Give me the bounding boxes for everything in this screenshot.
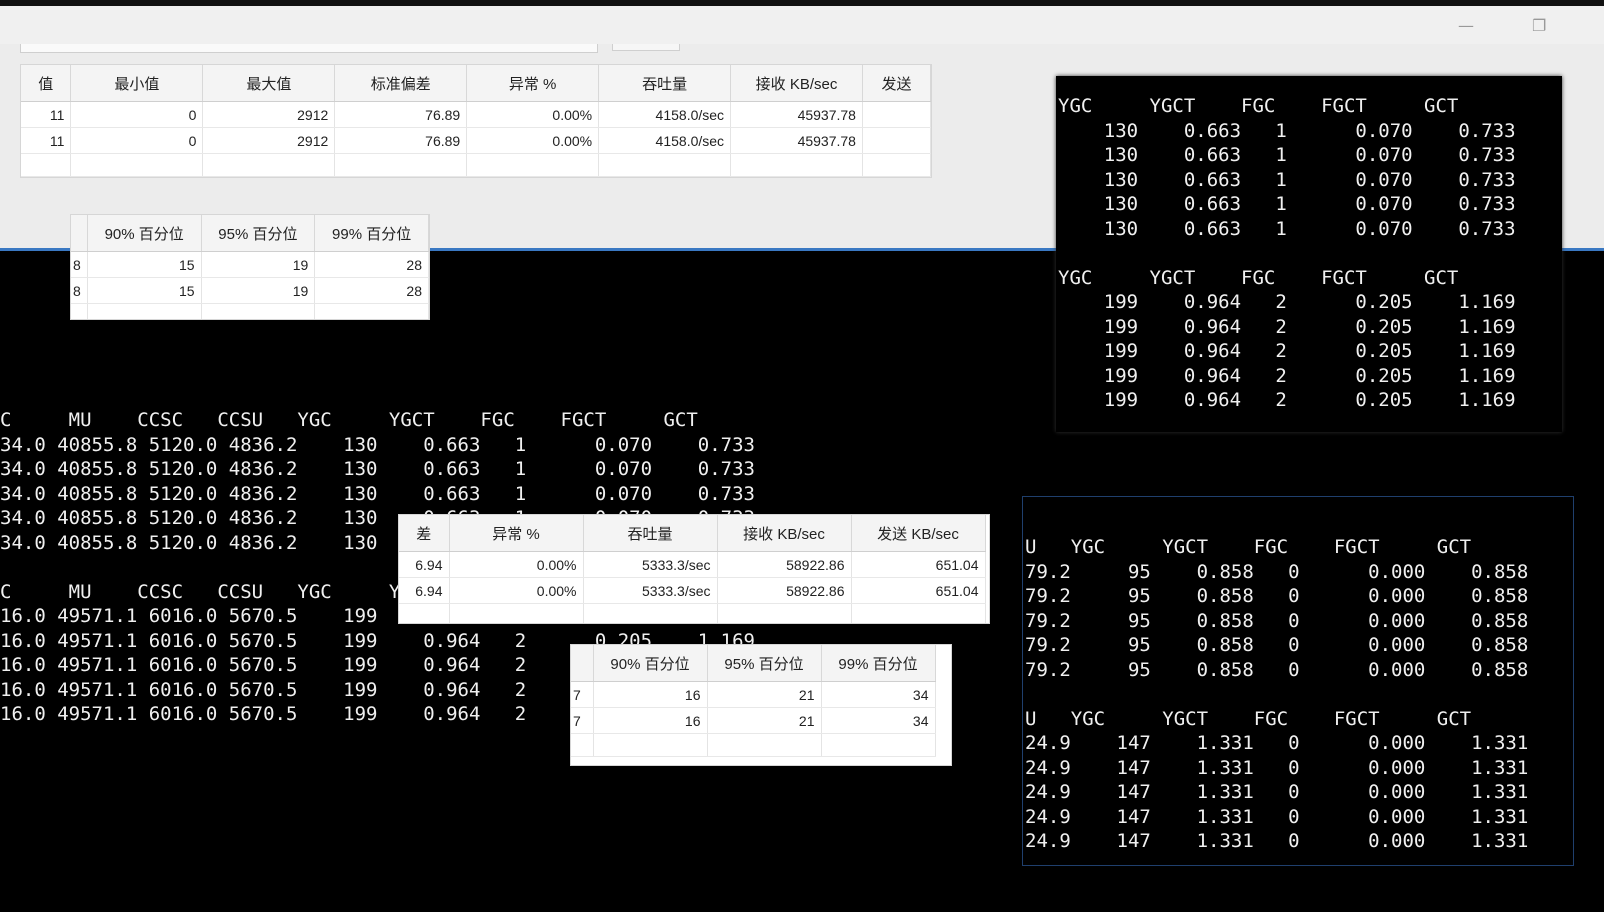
col-header-min[interactable]: 最小值 [70,65,204,102]
table-row[interactable]: 7 16 21 34 [571,681,936,708]
cell: 45937.78 [730,127,863,154]
table-row-empty [71,303,429,319]
toolbar-button[interactable] [612,44,680,51]
cell: 0 [70,101,204,128]
percentile-table-mid: 90% 百分位 95% 百分位 99% 百分位 7 16 21 34 7 16 … [570,644,952,766]
cell: 15 [87,251,202,278]
col-header-received[interactable]: 接收 KB/sec [730,65,863,102]
col-header-p90[interactable]: 90% 百分位 [87,215,202,252]
minimize-button[interactable]: — [1458,16,1474,35]
restore-button[interactable]: ❐ [1532,16,1546,35]
cell: 0.00% [466,101,600,128]
cell: 0 [70,127,204,154]
cell: 6.94 [399,551,450,578]
terminal-window-right-bottom: U YGC YGCT FGC FGCT GCT 79.2 95 0.858 0 … [1022,496,1574,866]
cell: 6.94 [399,577,450,604]
cell: 11 [21,101,72,128]
cell: 7 [571,681,594,708]
cell: 5333.3/sec [583,577,718,604]
cell: 0.00% [466,127,600,154]
terminal-window-right-top: YGC YGCT FGC FGCT GCT 130 0.663 1 0.070 … [1056,76,1562,432]
report-grid-mid: 差 异常 % 吞吐量 接收 KB/sec 发送 KB/sec 6.94 0.00… [399,515,986,623]
cell: 7 [571,707,594,734]
percentile-table-top: 90% 百分位 95% 百分位 99% 百分位 8 15 19 28 8 15 … [70,214,430,320]
cell: 2912 [202,101,336,128]
cell: 15 [87,277,202,304]
percentile-grid: 90% 百分位 95% 百分位 99% 百分位 8 15 19 28 8 15 … [71,215,429,319]
col-header-sent[interactable]: 发送 KB/sec [851,515,986,552]
col-header-error[interactable]: 异常 % [466,65,600,102]
col-header-stddev[interactable]: 标准偏差 [334,65,468,102]
cell: 21 [707,681,822,708]
cell: 2912 [202,127,336,154]
cell: 58922.86 [717,577,852,604]
cell: 16 [593,707,708,734]
col-header-throughput[interactable]: 吞吐量 [583,515,718,552]
cell [862,127,931,154]
cell: 0.00% [449,551,584,578]
cell: 21 [707,707,822,734]
col-header[interactable] [571,645,594,682]
table-row[interactable]: 6.94 0.00% 5333.3/sec 58922.86 651.04 [399,577,986,604]
cell: 19 [201,251,316,278]
table-row-empty [399,603,986,623]
col-header-received[interactable]: 接收 KB/sec [717,515,852,552]
cell: 76.89 [334,127,468,154]
col-header[interactable] [71,215,88,252]
cell: 8 [71,277,88,304]
cell: 76.89 [334,101,468,128]
cell: 58922.86 [717,551,852,578]
cell: 28 [314,277,429,304]
col-header-error[interactable]: 异常 % [449,515,584,552]
table-row-empty [571,733,936,757]
cell: 34 [821,681,936,708]
cell: 11 [21,127,72,154]
table-row[interactable]: 8 15 19 28 [71,251,429,278]
table-row[interactable]: 11 0 2912 76.89 0.00% 4158.0/sec 45937.7… [21,101,931,128]
aggregate-report-table-top: 值 最小值 最大值 标准偏差 异常 % 吞吐量 接收 KB/sec 发送 11 … [20,64,932,178]
cell: 5333.3/sec [583,551,718,578]
terminal-jstat-right-bottom: U YGC YGCT FGC FGCT GCT 79.2 95 0.858 0 … [1025,536,1529,852]
cell: 0.00% [449,577,584,604]
cell: 19 [201,277,316,304]
title-bar: — ❐ [0,6,1604,44]
col-header-throughput[interactable]: 吞吐量 [598,65,732,102]
cell: 28 [314,251,429,278]
table-row[interactable]: 6.94 0.00% 5333.3/sec 58922.86 651.04 [399,551,986,578]
cell: 651.04 [851,551,986,578]
cell: 4158.0/sec [598,127,732,154]
col-header-stddev[interactable]: 差 [399,515,450,552]
col-header-p95[interactable]: 95% 百分位 [707,645,822,682]
col-header-p95[interactable]: 95% 百分位 [201,215,316,252]
table-row[interactable]: 11 0 2912 76.89 0.00% 4158.0/sec 45937.7… [21,127,931,154]
col-header-p90[interactable]: 90% 百分位 [593,645,708,682]
col-header-p99[interactable]: 99% 百分位 [314,215,429,252]
percentile-grid-mid: 90% 百分位 95% 百分位 99% 百分位 7 16 21 34 7 16 … [571,645,936,757]
cell [862,101,931,128]
cell: 45937.78 [730,101,863,128]
table-row[interactable]: 8 15 19 28 [71,277,429,304]
cell: 16 [593,681,708,708]
col-header-p99[interactable]: 99% 百分位 [821,645,936,682]
report-grid: 值 最小值 最大值 标准偏差 异常 % 吞吐量 接收 KB/sec 发送 11 … [21,65,931,177]
cell: 4158.0/sec [598,101,732,128]
table-row-empty [21,153,931,177]
col-header-max[interactable]: 最大值 [202,65,336,102]
col-header-sent[interactable]: 发送 [862,65,931,102]
terminal-jstat-right-top: YGC YGCT FGC FGCT GCT 130 0.663 1 0.070 … [1058,95,1516,411]
cell: 34 [821,707,936,734]
table-row[interactable]: 7 16 21 34 [571,707,936,734]
col-header[interactable]: 值 [21,65,72,102]
search-field[interactable] [20,44,598,53]
cell: 8 [71,251,88,278]
cell: 651.04 [851,577,986,604]
aggregate-report-table-mid: 差 异常 % 吞吐量 接收 KB/sec 发送 KB/sec 6.94 0.00… [398,514,990,624]
